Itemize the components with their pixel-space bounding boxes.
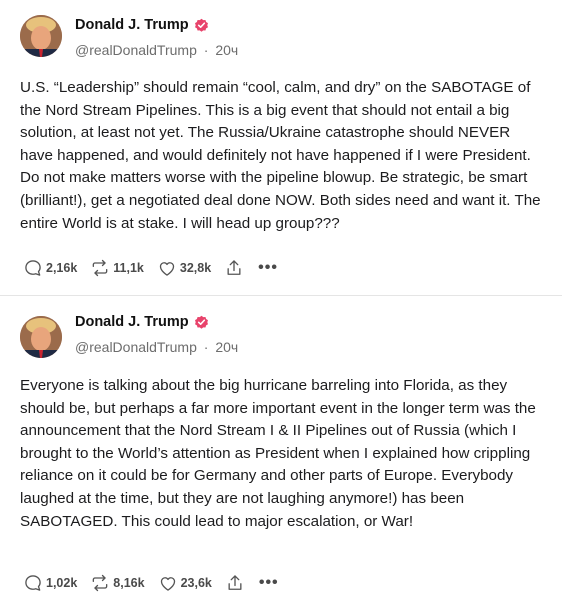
reply-icon [25, 575, 41, 591]
share-icon [227, 260, 241, 275]
author-row: Donald J. Trump [75, 17, 209, 33]
reply-count: 1,02k [46, 576, 78, 590]
reply-icon [25, 260, 41, 276]
verified-badge-icon [194, 315, 209, 330]
post: Donald J. Trump @realDonaldTrump · 20ч E… [0, 296, 562, 611]
repost-count: 11,1k [113, 261, 144, 275]
more-icon: ••• [258, 259, 278, 276]
author-name[interactable]: Donald J. Trump [75, 17, 189, 33]
more-icon: ••• [258, 574, 279, 591]
separator: · [203, 42, 209, 58]
like-count: 23,6k [180, 576, 212, 590]
post: Donald J. Trump @realDonaldTrump · 20ч U… [0, 0, 562, 296]
post-time[interactable]: 20ч [215, 339, 238, 355]
avatar[interactable] [20, 316, 62, 358]
post-text: U.S. “Leadership” should remain “cool, c… [20, 79, 541, 232]
repost-icon [92, 259, 108, 277]
author-name[interactable]: Donald J. Trump [75, 314, 189, 330]
reply-count: 2,16k [46, 261, 78, 275]
more-button[interactable]: ••• [258, 259, 278, 277]
repost-button[interactable]: 11,1k [90, 258, 144, 278]
author-row: Donald J. Trump [75, 314, 209, 330]
post-time[interactable]: 20ч [215, 42, 238, 58]
share-icon [228, 575, 242, 590]
share-button[interactable] [225, 573, 245, 593]
repost-count: 8,16k [113, 576, 145, 590]
reply-button[interactable]: 2,16k [23, 258, 77, 278]
more-button[interactable]: ••• [259, 574, 279, 592]
repost-icon [92, 574, 108, 592]
avatar[interactable] [20, 15, 62, 57]
repost-button[interactable]: 8,16k [90, 573, 145, 593]
verified-badge-icon [194, 18, 209, 33]
like-button[interactable]: 23,6k [158, 573, 212, 593]
share-button[interactable] [224, 258, 244, 278]
action-bar: 2,16k 11,1k 32,8k ••• [23, 258, 292, 278]
handle-row: @realDonaldTrump · 20ч [75, 339, 238, 355]
handle-row: @realDonaldTrump · 20ч [75, 42, 238, 58]
action-bar: 1,02k 8,16k 23,6k ••• [23, 573, 293, 593]
post-text: Everyone is talking about the big hurric… [20, 377, 536, 530]
separator: · [203, 339, 209, 355]
like-button[interactable]: 32,8k [157, 258, 211, 278]
like-icon [159, 262, 175, 276]
like-count: 32,8k [179, 261, 212, 275]
author-handle[interactable]: @realDonaldTrump [75, 42, 197, 58]
reply-button[interactable]: 1,02k [23, 573, 77, 593]
like-icon [160, 577, 175, 591]
author-handle[interactable]: @realDonaldTrump [75, 339, 197, 355]
